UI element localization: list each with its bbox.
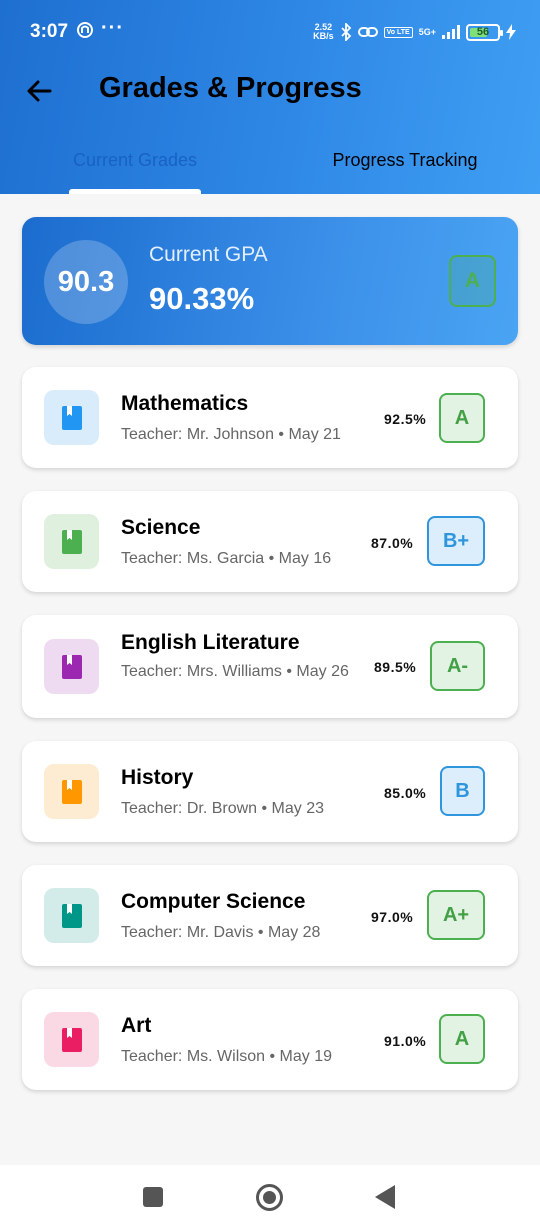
subject-score: 97.0% xyxy=(371,909,414,925)
subject-icon xyxy=(44,1012,99,1067)
system-nav-bar xyxy=(0,1165,540,1230)
subject-icon xyxy=(44,390,99,445)
book-icon xyxy=(61,903,82,928)
status-icons: 2.52 KB/s Vo LTE 5G+ 56 xyxy=(313,20,516,44)
subject-name: Mathematics xyxy=(121,392,249,415)
volte-icon: Vo LTE xyxy=(383,26,413,38)
subject-meta: Teacher: Dr. Brown • May 23 xyxy=(121,800,325,817)
gpa-card: 90.3 Current GPA 90.33% A xyxy=(22,217,518,345)
tab-indicator xyxy=(69,189,201,194)
status-time: 3:07 xyxy=(30,21,69,42)
subject-score: 89.5% xyxy=(374,659,417,675)
net-speed-unit: KB/s xyxy=(313,31,334,41)
subject-meta: Teacher: Ms. Garcia • May 16 xyxy=(121,550,332,567)
subject-card-computer-science[interactable]: Computer Science Teacher: Mr. Davis • Ma… xyxy=(22,865,518,966)
hotspot-link-icon xyxy=(357,27,378,37)
more-notifications-icon: ··· xyxy=(101,17,124,39)
subject-icon xyxy=(44,639,99,694)
gpa-circle-value: 90.3 xyxy=(44,240,128,324)
subject-icon xyxy=(44,888,99,943)
subject-grade-badge: A- xyxy=(430,641,485,691)
book-icon xyxy=(61,405,82,430)
gpa-label: Current GPA xyxy=(149,243,268,266)
recents-square-icon[interactable] xyxy=(143,1187,163,1207)
subject-icon xyxy=(44,514,99,569)
subject-grade-badge: B+ xyxy=(427,516,485,566)
battery-icon: 56 xyxy=(466,23,503,41)
subject-score: 87.0% xyxy=(371,535,414,551)
subject-card-art[interactable]: Art Teacher: Ms. Wilson • May 19 91.0% A xyxy=(22,989,518,1090)
back-arrow-icon[interactable] xyxy=(22,74,56,108)
tab-progress-tracking[interactable]: Progress Tracking xyxy=(305,150,505,194)
gpa-grade-badge: A xyxy=(449,255,496,307)
subject-card-mathematics[interactable]: Mathematics Teacher: Mr. Johnson • May 2… xyxy=(22,367,518,468)
network-type: 5G+ xyxy=(418,26,436,37)
book-icon xyxy=(61,1027,82,1052)
gpa-percent: 90.33% xyxy=(149,281,255,316)
net-speed: 2.52 KB/s xyxy=(313,23,334,41)
battery-level: 56 xyxy=(476,26,490,38)
subject-score: 92.5% xyxy=(384,411,427,427)
page-title: Grades & Progress xyxy=(99,72,362,104)
home-circle-icon[interactable] xyxy=(256,1184,283,1211)
charging-icon xyxy=(506,24,516,40)
subject-name: History xyxy=(121,766,194,789)
tab-current-grades[interactable]: Current Grades xyxy=(40,150,230,194)
book-icon xyxy=(61,654,82,679)
back-triangle-icon[interactable] xyxy=(375,1185,395,1209)
subject-name: Art xyxy=(121,1014,152,1037)
subject-grade-badge: A+ xyxy=(427,890,485,940)
app-notification-icon xyxy=(77,22,93,38)
book-icon xyxy=(61,779,82,804)
subject-grade-badge: B xyxy=(440,766,485,816)
subject-card-history[interactable]: History Teacher: Dr. Brown • May 23 85.0… xyxy=(22,741,518,842)
subject-meta: Teacher: Ms. Wilson • May 19 xyxy=(121,1048,332,1065)
subject-name: Science xyxy=(121,516,201,539)
status-bar: 3:07 ··· 2.52 KB/s Vo LTE 5G+ 56 xyxy=(0,0,540,64)
book-icon xyxy=(61,529,82,554)
subject-score: 85.0% xyxy=(384,785,427,801)
subject-grade-badge: A xyxy=(439,393,485,443)
subject-card-english-literature[interactable]: English Literature Teacher: Mrs. William… xyxy=(22,615,518,718)
subject-card-science[interactable]: Science Teacher: Ms. Garcia • May 16 87.… xyxy=(22,491,518,592)
bluetooth-icon xyxy=(341,23,351,41)
subject-icon xyxy=(44,764,99,819)
subject-grade-badge: A xyxy=(439,1014,485,1064)
signal-icon xyxy=(442,25,460,39)
subject-name: English Literature xyxy=(121,631,300,654)
subject-name: Computer Science xyxy=(121,890,306,913)
subject-meta: Teacher: Mr. Davis • May 28 xyxy=(121,924,321,941)
subject-score: 91.0% xyxy=(384,1033,427,1049)
subject-meta: Teacher: Mr. Johnson • May 21 xyxy=(121,426,341,443)
header: 3:07 ··· 2.52 KB/s Vo LTE 5G+ 56 Grades … xyxy=(0,0,540,194)
subject-meta: Teacher: Mrs. Williams • May 26 xyxy=(121,663,349,680)
